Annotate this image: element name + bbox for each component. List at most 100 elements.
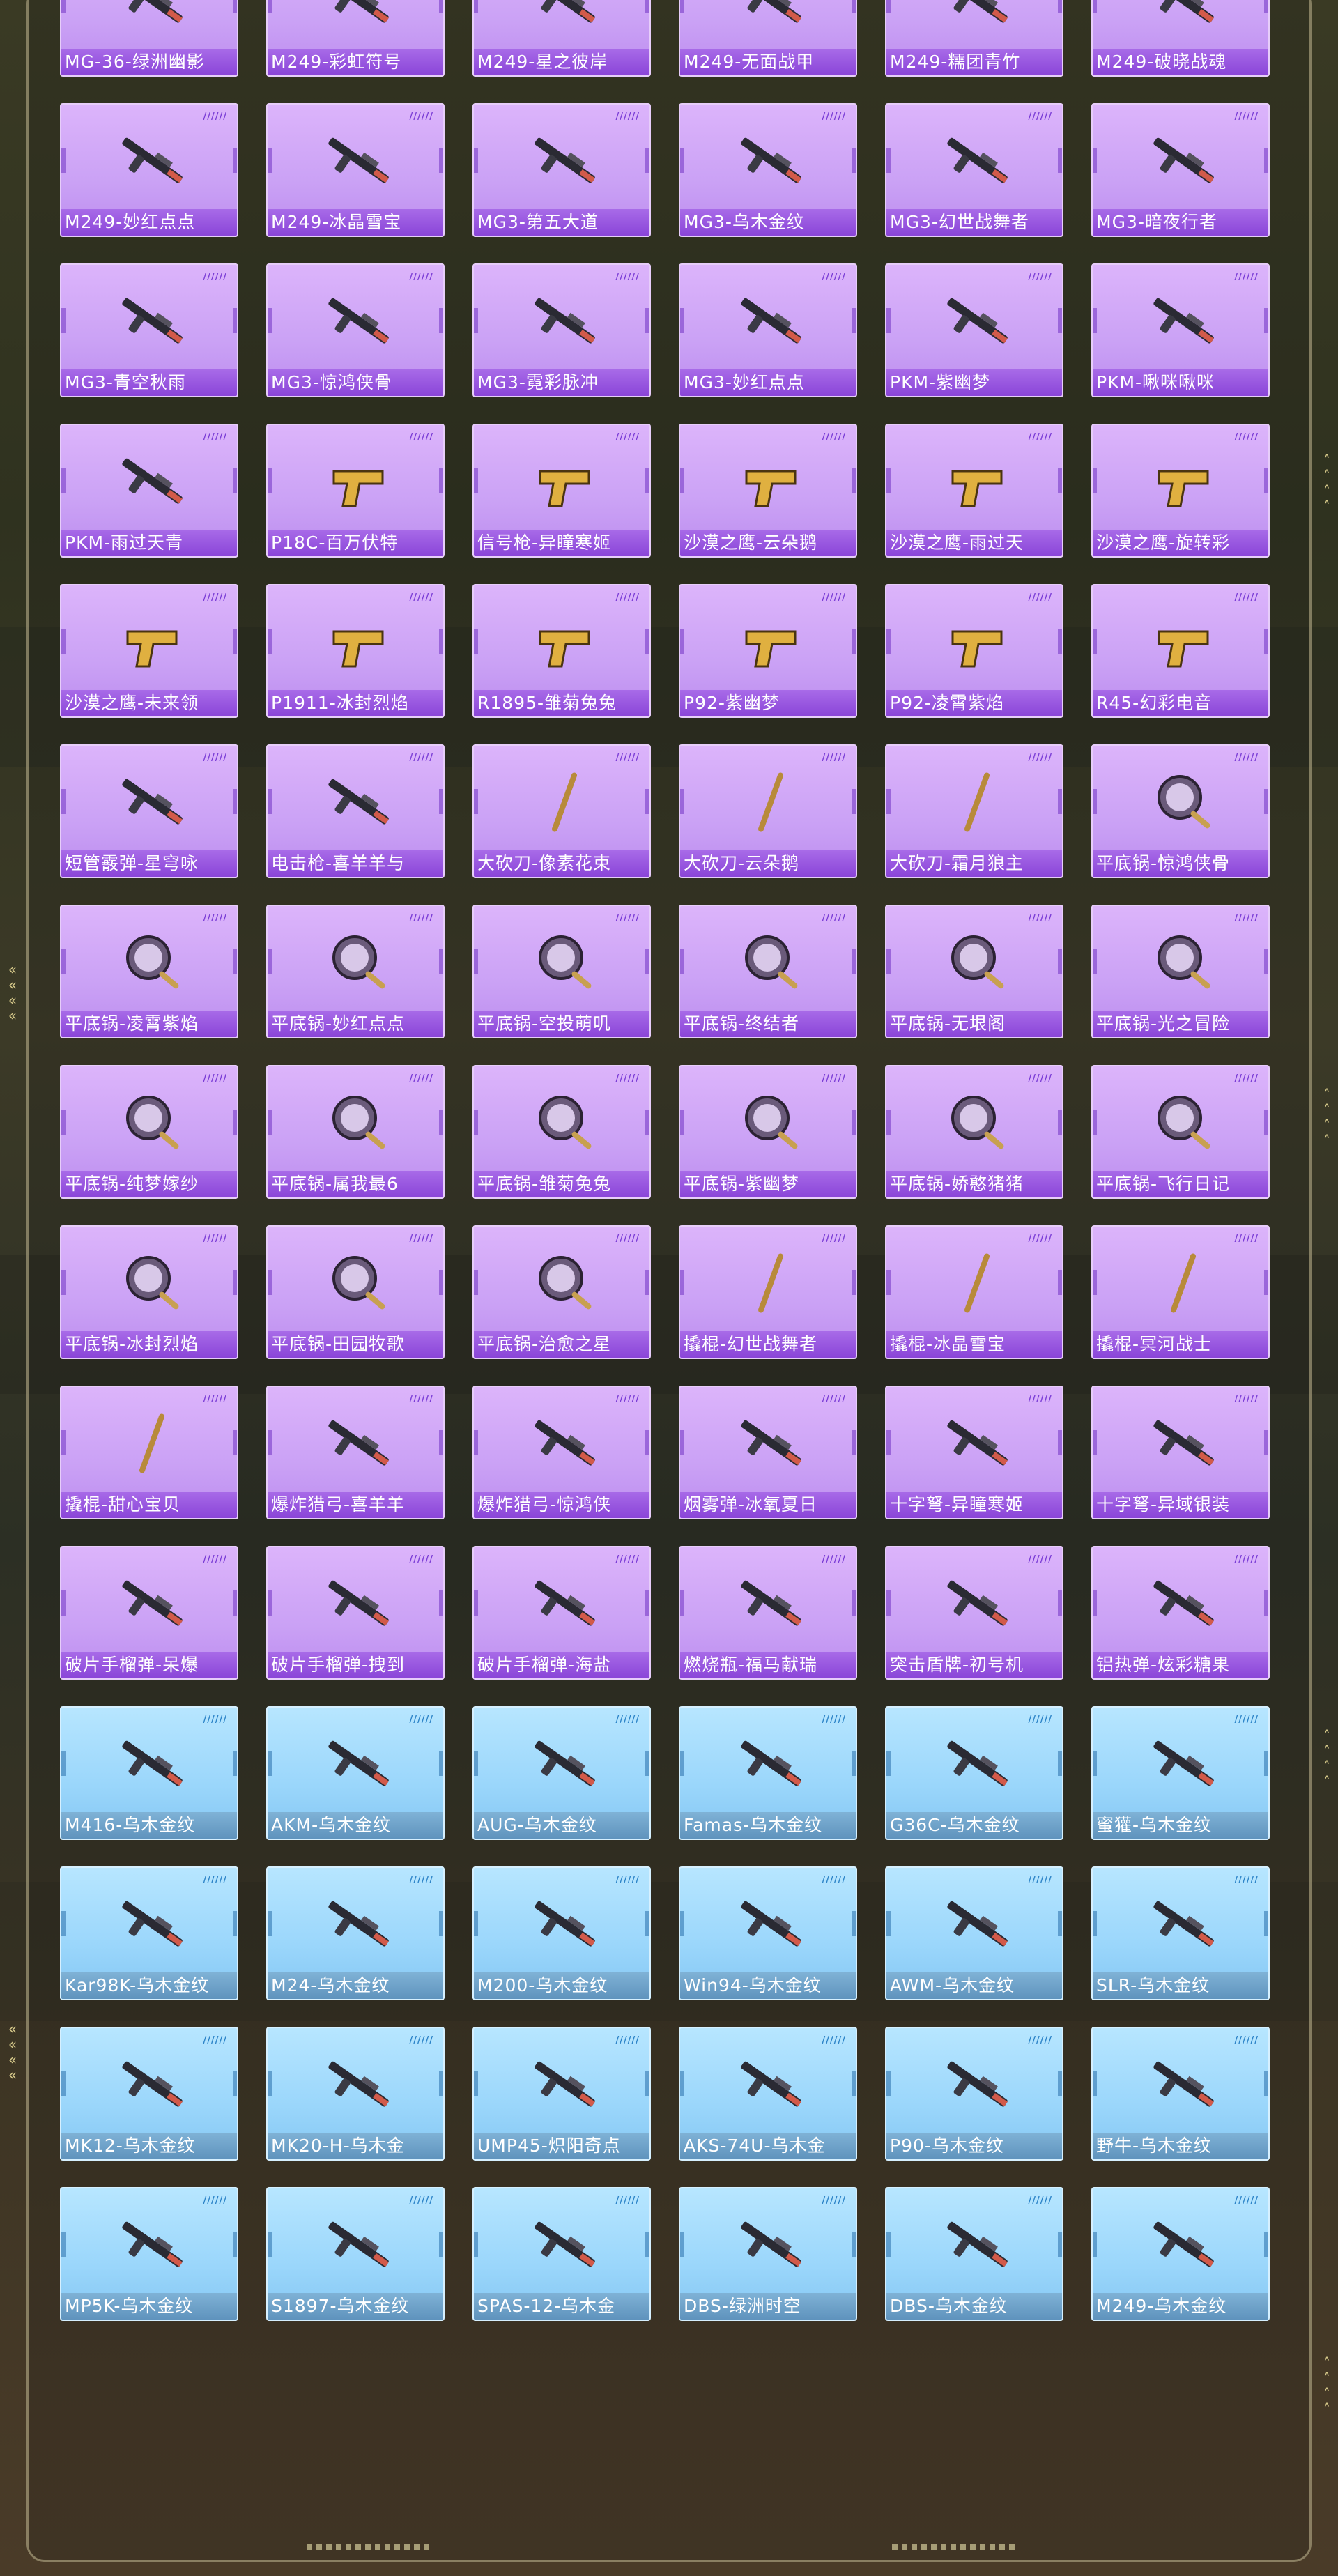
- skin-card[interactable]: ////// S1897-乌木金纹: [266, 2187, 445, 2321]
- skin-card[interactable]: ////// 平底锅-紫幽梦: [679, 1065, 857, 1199]
- skin-card[interactable]: ////// 大砍刀-像素花束: [472, 744, 651, 878]
- skin-card[interactable]: ////// 野牛-乌木金纹: [1091, 2027, 1270, 2161]
- skin-card[interactable]: ////// MG3-惊鸿侠骨: [266, 263, 445, 397]
- skin-card[interactable]: ////// 平底锅-雏菊兔兔: [472, 1065, 651, 1199]
- skin-card[interactable]: ////// 平底锅-飞行日记: [1091, 1065, 1270, 1199]
- skin-card[interactable]: ////// MK20-H-乌木金: [266, 2027, 445, 2161]
- skin-card[interactable]: ////// P1911-冰封烈焰: [266, 584, 445, 718]
- skin-card[interactable]: //////M249-星之彼岸: [472, 0, 651, 77]
- skin-card[interactable]: //////M249-彩虹符号: [266, 0, 445, 77]
- skin-card[interactable]: ////// P92-凌霄紫焰: [885, 584, 1063, 718]
- skin-card[interactable]: ////// AUG-乌木金纹: [472, 1706, 651, 1840]
- skin-card[interactable]: ////// Kar98K-乌木金纹: [60, 1866, 238, 2000]
- skin-card[interactable]: ////// 平底锅-纯梦嫁纱: [60, 1065, 238, 1199]
- skin-card[interactable]: ////// 平底锅-娇憨猪猪: [885, 1065, 1063, 1199]
- skin-card[interactable]: ////// P18C-百万伏特: [266, 424, 445, 558]
- skin-name-label: 平底锅-紫幽梦: [680, 1171, 856, 1197]
- skin-card[interactable]: //////M249-无面战甲: [679, 0, 857, 77]
- skin-card[interactable]: ////// MG3-暗夜行者: [1091, 103, 1270, 237]
- skin-card[interactable]: //////M249-破晓战魂: [1091, 0, 1270, 77]
- skin-card[interactable]: ////// M249-妙红点点: [60, 103, 238, 237]
- skin-name-label: M249-妙红点点: [61, 209, 237, 236]
- skin-card[interactable]: ////// 沙漠之鹰-雨过天: [885, 424, 1063, 558]
- skin-card[interactable]: ////// AWM-乌木金纹: [885, 1866, 1063, 2000]
- skin-card[interactable]: ////// 铝热弹-炫彩糖果: [1091, 1546, 1270, 1680]
- skin-card[interactable]: ////// M200-乌木金纹: [472, 1866, 651, 2000]
- skin-card[interactable]: ////// R45-幻彩电音: [1091, 584, 1270, 718]
- skin-card[interactable]: ////// MG3-妙红点点: [679, 263, 857, 397]
- skin-card[interactable]: ////// 平底锅-妙红点点: [266, 905, 445, 1038]
- skin-card[interactable]: ////// 平底锅-治愈之星: [472, 1225, 651, 1359]
- skin-card[interactable]: ////// 沙漠之鹰-未来领: [60, 584, 238, 718]
- skin-card[interactable]: ////// 撬棍-冰晶雪宝: [885, 1225, 1063, 1359]
- skin-card[interactable]: ////// DBS-绿洲时空: [679, 2187, 857, 2321]
- skin-card[interactable]: ////// 蜜獾-乌木金纹: [1091, 1706, 1270, 1840]
- skin-card[interactable]: ////// 破片手榴弹-呆爆: [60, 1546, 238, 1680]
- skin-card[interactable]: ////// PKM-紫幽梦: [885, 263, 1063, 397]
- skin-card[interactable]: ////// 平底锅-凌霄紫焰: [60, 905, 238, 1038]
- skin-card[interactable]: ////// DBS-乌木金纹: [885, 2187, 1063, 2321]
- skin-card[interactable]: ////// MG3-第五大道: [472, 103, 651, 237]
- skin-name-label: PKM-紫幽梦: [886, 369, 1062, 396]
- weapon-icon: [729, 283, 813, 360]
- skin-card[interactable]: ////// M416-乌木金纹: [60, 1706, 238, 1840]
- skin-card[interactable]: ////// 短管霰弹-星穹咏: [60, 744, 238, 878]
- skin-card[interactable]: ////// MG3-青空秋雨: [60, 263, 238, 397]
- skin-card[interactable]: ////// AKS-74U-乌木金: [679, 2027, 857, 2161]
- skin-card[interactable]: ////// Famas-乌木金纹: [679, 1706, 857, 1840]
- skin-card[interactable]: ////// 电击枪-喜羊羊与: [266, 744, 445, 878]
- skin-card[interactable]: ////// 破片手榴弹-拽到: [266, 1546, 445, 1680]
- rank-marks: //////: [1028, 112, 1052, 122]
- skin-card[interactable]: ////// 平底锅-光之冒险: [1091, 905, 1270, 1038]
- skin-card[interactable]: ////// P90-乌木金纹: [885, 2027, 1063, 2161]
- skin-card[interactable]: ////// 大砍刀-霜月狼主: [885, 744, 1063, 878]
- skin-card[interactable]: ////// 平底锅-田园牧歌: [266, 1225, 445, 1359]
- skin-card[interactable]: ////// 沙漠之鹰-旋转彩: [1091, 424, 1270, 558]
- skin-card[interactable]: ////// M24-乌木金纹: [266, 1866, 445, 2000]
- skin-card[interactable]: ////// M249-冰晶雪宝: [266, 103, 445, 237]
- skin-card[interactable]: //////MG-36-绿洲幽影: [60, 0, 238, 77]
- skin-name-label: MG-36-绿洲幽影: [61, 49, 237, 75]
- skin-card[interactable]: ////// 撬棍-甜心宝贝: [60, 1386, 238, 1519]
- skin-card[interactable]: ////// MG3-幻世战舞者: [885, 103, 1063, 237]
- skin-card[interactable]: ////// AKM-乌木金纹: [266, 1706, 445, 1840]
- skin-card[interactable]: ////// P92-紫幽梦: [679, 584, 857, 718]
- skin-card[interactable]: ////// MP5K-乌木金纹: [60, 2187, 238, 2321]
- skin-name-label: 平底锅-妙红点点: [268, 1011, 443, 1037]
- skin-card[interactable]: ////// 爆炸猎弓-喜羊羊: [266, 1386, 445, 1519]
- skin-card[interactable]: //////M249-糯团青竹: [885, 0, 1063, 77]
- rank-marks: //////: [409, 592, 433, 603]
- skin-card[interactable]: ////// SLR-乌木金纹: [1091, 1866, 1270, 2000]
- skin-card[interactable]: ////// 撬棍-幻世战舞者: [679, 1225, 857, 1359]
- skin-card[interactable]: ////// MG3-乌木金纹: [679, 103, 857, 237]
- skin-card[interactable]: ////// 大砍刀-云朵鹅: [679, 744, 857, 878]
- skin-name-label: R45-幻彩电音: [1093, 690, 1268, 716]
- skin-card[interactable]: ////// Win94-乌木金纹: [679, 1866, 857, 2000]
- skin-card[interactable]: ////// 平底锅-冰封烈焰: [60, 1225, 238, 1359]
- skin-card[interactable]: ////// 十字弩-异域银装: [1091, 1386, 1270, 1519]
- skin-card[interactable]: ////// 沙漠之鹰-云朵鹅: [679, 424, 857, 558]
- skin-card[interactable]: ////// PKM-雨过天青: [60, 424, 238, 558]
- skin-card[interactable]: ////// 燃烧瓶-福马献瑞: [679, 1546, 857, 1680]
- skin-card[interactable]: ////// MK12-乌木金纹: [60, 2027, 238, 2161]
- skin-card[interactable]: ////// R1895-雏菊兔兔: [472, 584, 651, 718]
- skin-card[interactable]: ////// M249-乌木金纹: [1091, 2187, 1270, 2321]
- skin-card[interactable]: ////// 平底锅-空投萌叽: [472, 905, 651, 1038]
- rank-marks: //////: [1234, 1715, 1259, 1725]
- skin-card[interactable]: ////// UMP45-炽阳奇点: [472, 2027, 651, 2161]
- skin-card[interactable]: ////// 撬棍-冥河战士: [1091, 1225, 1270, 1359]
- skin-card[interactable]: ////// 平底锅-无垠阁: [885, 905, 1063, 1038]
- skin-card[interactable]: ////// MG3-霓彩脉冲: [472, 263, 651, 397]
- skin-card[interactable]: ////// 突击盾牌-初号机: [885, 1546, 1063, 1680]
- skin-card[interactable]: ////// 平底锅-终结者: [679, 905, 857, 1038]
- skin-card[interactable]: ////// SPAS-12-乌木金: [472, 2187, 651, 2321]
- skin-card[interactable]: ////// 破片手榴弹-海盐: [472, 1546, 651, 1680]
- skin-card[interactable]: ////// PKM-啾咪啾咪: [1091, 263, 1270, 397]
- skin-card[interactable]: ////// 烟雾弹-冰氧夏日: [679, 1386, 857, 1519]
- skin-card[interactable]: ////// G36C-乌木金纹: [885, 1706, 1063, 1840]
- skin-card[interactable]: ////// 爆炸猎弓-惊鸿侠: [472, 1386, 651, 1519]
- skin-card[interactable]: ////// 信号枪-异瞳寒姬: [472, 424, 651, 558]
- skin-card[interactable]: ////// 十字弩-异瞳寒姬: [885, 1386, 1063, 1519]
- skin-card[interactable]: ////// 平底锅-惊鸿侠骨: [1091, 744, 1270, 878]
- skin-card[interactable]: ////// 平底锅-属我最6: [266, 1065, 445, 1199]
